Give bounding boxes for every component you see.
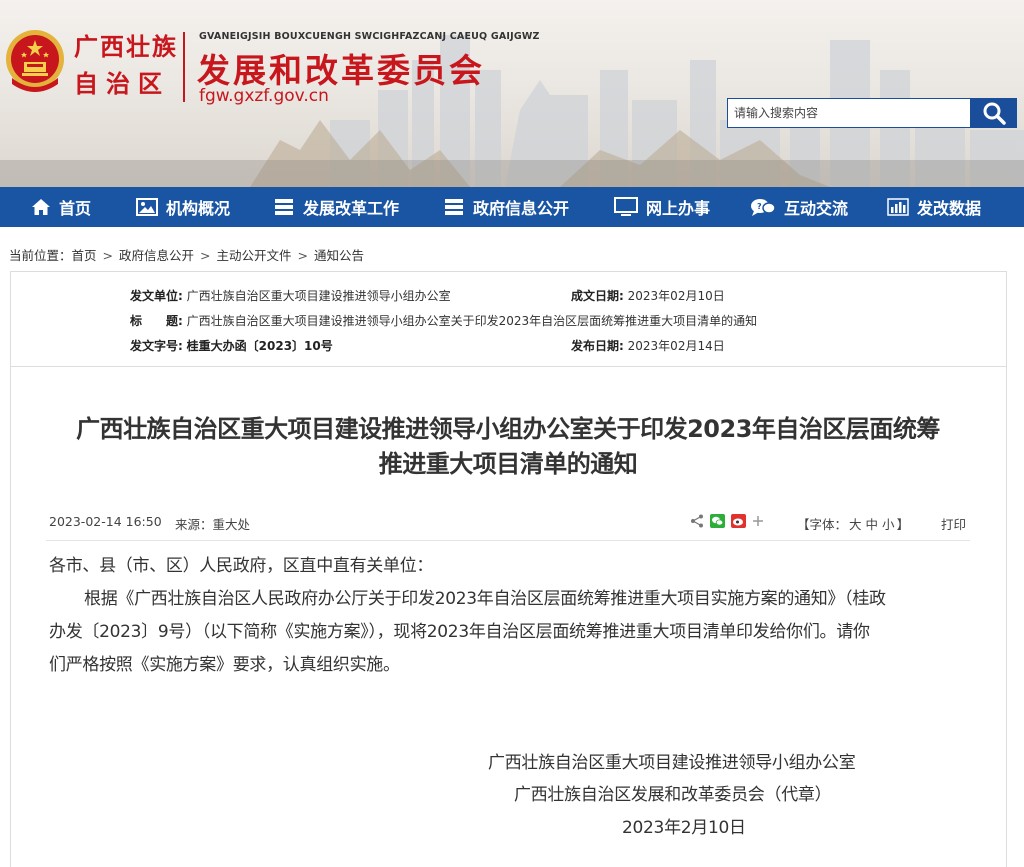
header-divider <box>183 32 185 102</box>
signature-org2: 广西壮族自治区发展和改革委员会（代章） <box>514 785 832 805</box>
breadcrumb-home[interactable]: 首页 <box>72 248 97 263</box>
region-name-line1: 广西壮族 <box>74 32 178 61</box>
font-size-small[interactable]: 小 <box>882 517 895 532</box>
breadcrumb-gov-info[interactable]: 政府信息公开 <box>119 248 194 263</box>
chevron-right-icon: > <box>200 248 211 263</box>
nav-item-about[interactable]: 机构概况 <box>136 187 230 227</box>
meta-docno-value: 桂重大办函〔2023〕10号 <box>186 339 333 353</box>
breadcrumb-public-files[interactable]: 主动公开文件 <box>217 248 292 263</box>
bar-chart-icon <box>887 198 909 216</box>
meta-issuer: 发文单位: 广西壮族自治区重大项目建设推进领导小组办公室 <box>130 287 451 304</box>
meta-published: 发布日期: 2023年02月14日 <box>571 337 725 354</box>
article-title-line2: 推进重大项目清单的通知 <box>378 450 638 478</box>
article-title: 广西壮族自治区重大项目建设推进领导小组办公室关于印发2023年自治区层面统筹 推… <box>0 412 1016 482</box>
signature-date: 2023年2月10日 <box>622 818 746 838</box>
share-bar <box>690 514 764 528</box>
font-size-switcher: 【字体：大中小】 <box>797 514 909 533</box>
meta-created: 成文日期: 2023年02月10日 <box>571 287 725 304</box>
font-size-large[interactable]: 大 <box>849 517 862 532</box>
svg-text:?: ? <box>757 202 762 211</box>
zhuang-language-name: GVANEIGJSIH BOUXCUENGH SWCIGHFAZCANJ CAE… <box>199 31 540 42</box>
nav-item-interaction[interactable]: ? 互动交流 <box>750 187 848 227</box>
stack-icon <box>275 199 293 215</box>
article-para-line1: 根据《广西壮族自治区人民政府办公厅关于印发2023年自治区层面统筹推进重大项目实… <box>84 589 886 609</box>
nav-item-label: 政府信息公开 <box>473 199 570 218</box>
breadcrumb-notices[interactable]: 通知公告 <box>314 248 364 263</box>
image-icon <box>136 198 158 216</box>
chat-icon: ? <box>751 199 776 216</box>
meta-issuer-label: 发文单位: <box>130 289 183 303</box>
nav-item-online-service[interactable]: 网上办事 <box>614 187 710 227</box>
chevron-right-icon: > <box>102 248 114 263</box>
chevron-right-icon: > <box>297 248 309 263</box>
article-datetime: 2023-02-14 16:50 <box>49 514 162 529</box>
search-input[interactable] <box>727 98 971 128</box>
meta-created-label: 成文日期: <box>571 289 624 303</box>
national-emblem-icon <box>6 30 64 92</box>
nav-item-label: 机构概况 <box>166 199 231 218</box>
meta-title-value: 广西壮族自治区重大项目建设推进领导小组办公室关于印发2023年自治区层面统筹推进… <box>186 314 758 328</box>
breadcrumb-label: 当前位置： <box>9 248 72 263</box>
article-salutation: 各市、县（市、区）人民政府，区直中直有关单位： <box>49 556 434 576</box>
print-link[interactable]: 打印 <box>941 514 966 533</box>
meta-docno: 发文字号: 桂重大办函〔2023〕10号 <box>130 337 333 354</box>
nav-item-label: 网上办事 <box>646 199 711 218</box>
org-title: 发展和改革委员会 <box>197 51 485 90</box>
stack-icon <box>445 199 463 215</box>
nav-item-label: 发展改革工作 <box>303 199 400 218</box>
nav-item-label: 发改数据 <box>917 199 982 218</box>
meta-created-value: 2023年02月10日 <box>627 289 725 303</box>
site-domain: fgw.gxzf.gov.cn <box>199 86 329 106</box>
article-divider <box>46 540 970 541</box>
article-source: 来源：重大处 <box>175 517 251 532</box>
main-nav: 首页 机构概况 发展改革工作 政府信息公开 网上办事 ? 互动交流 发改数据 <box>0 187 1024 227</box>
search-icon <box>983 102 1006 125</box>
more-share-icon[interactable] <box>752 515 764 527</box>
nav-item-gov-info[interactable]: 政府信息公开 <box>443 187 569 227</box>
article-para-line3: 们严格按照《实施方案》要求，认真组织实施。 <box>49 655 400 675</box>
signature-org1: 广西壮族自治区重大项目建设推进领导小组办公室 <box>488 753 856 773</box>
nav-item-home[interactable]: 首页 <box>31 187 91 227</box>
wechat-icon[interactable] <box>710 514 725 528</box>
meta-published-value: 2023年02月14日 <box>627 339 725 353</box>
meta-title: 标 题: 广西壮族自治区重大项目建设推进领导小组办公室关于印发2023年自治区层… <box>130 312 757 329</box>
nav-item-data[interactable]: 发改数据 <box>887 187 981 227</box>
nav-item-label: 互动交流 <box>784 199 849 218</box>
font-size-label: 【字体： <box>797 517 848 532</box>
document-meta-box: 发文单位: 广西壮族自治区重大项目建设推进领导小组办公室 成文日期: 2023年… <box>10 271 1007 367</box>
region-name-line2: 自治区 <box>74 69 170 98</box>
article-para-line2: 办发〔2023〕9号）（以下简称《实施方案》），现将2023年自治区层面统筹推进… <box>49 622 870 642</box>
search-button[interactable] <box>970 98 1017 128</box>
font-size-medium[interactable]: 中 <box>866 517 879 532</box>
breadcrumb: 当前位置：首页 > 政府信息公开 > 主动公开文件 > 通知公告 <box>9 245 364 264</box>
region-name: 广西壮族 自治区 <box>74 28 178 102</box>
meta-published-label: 发布日期: <box>571 339 624 353</box>
meta-docno-label: 发文字号: <box>130 339 183 353</box>
meta-issuer-value: 广西壮族自治区重大项目建设推进领导小组办公室 <box>186 289 451 303</box>
meta-title-label: 标 题: <box>130 314 183 328</box>
site-header: 广西壮族 自治区 GVANEIGJSIH BOUXCUENGH SWCIGHFA… <box>0 0 1024 187</box>
nav-item-reform-work[interactable]: 发展改革工作 <box>273 187 399 227</box>
monitor-icon <box>614 197 638 216</box>
weibo-icon[interactable] <box>731 514 746 528</box>
share-icon[interactable] <box>690 514 704 528</box>
article-title-line1: 广西壮族自治区重大项目建设推进领导小组办公室关于印发2023年自治区层面统筹 <box>76 415 940 443</box>
nav-item-label: 首页 <box>59 199 92 218</box>
font-size-close: 】 <box>896 517 910 532</box>
home-icon <box>32 199 50 215</box>
